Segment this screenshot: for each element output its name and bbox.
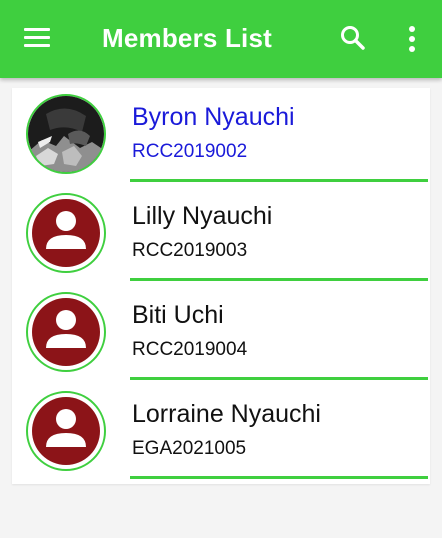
member-code: EGA2021005 <box>132 438 247 459</box>
member-name: Lilly Nyauchi <box>132 202 273 230</box>
member-code: RCC2019004 <box>132 339 248 360</box>
search-icon[interactable] <box>339 24 367 52</box>
list-item-member[interactable]: Lorraine Nyauchi EGA2021005 <box>12 385 430 484</box>
member-name: Biti Uchi <box>132 301 224 329</box>
item-divider <box>130 179 428 182</box>
member-code: RCC2019002 <box>132 141 248 162</box>
list-item-member[interactable]: Lilly Nyauchi RCC2019003 <box>12 187 430 286</box>
member-name: Byron Nyauchi <box>132 103 295 131</box>
item-divider <box>130 377 428 380</box>
page-title: Members List <box>102 23 273 53</box>
default-person-icon <box>26 193 106 273</box>
app-bar: Members List <box>0 0 442 78</box>
item-divider <box>130 476 428 479</box>
item-divider <box>130 278 428 281</box>
member-name: Lorraine Nyauchi <box>132 400 321 428</box>
hamburger-menu-icon[interactable] <box>24 28 50 48</box>
list-item-member[interactable]: Biti Uchi RCC2019004 <box>12 286 430 385</box>
members-list: Byron Nyauchi RCC2019002 Lilly Nyauchi R… <box>12 88 430 484</box>
member-photo-avatar <box>26 94 106 174</box>
default-person-icon <box>26 292 106 372</box>
more-vertical-icon[interactable] <box>398 24 426 54</box>
list-item-member[interactable]: Byron Nyauchi RCC2019002 <box>12 88 430 187</box>
default-person-icon <box>26 391 106 471</box>
member-code: RCC2019003 <box>132 240 248 261</box>
